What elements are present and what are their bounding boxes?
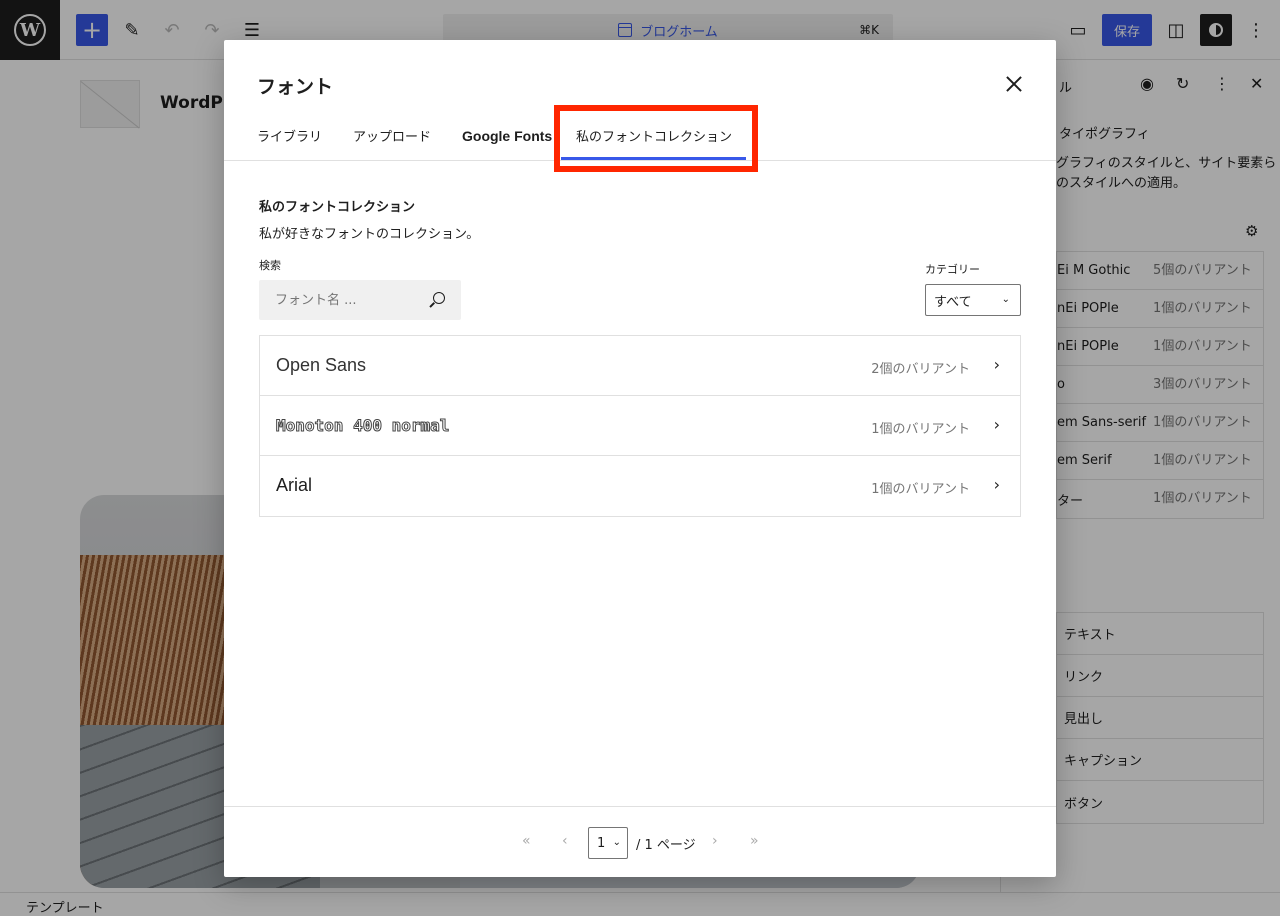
chevron-right-icon: › (993, 415, 1000, 434)
category-value: すべて (934, 294, 972, 310)
page-total: / 1 ページ (636, 838, 696, 853)
next-page-button[interactable]: › (712, 833, 718, 849)
close-modal-button[interactable] (1000, 70, 1028, 98)
chevron-right-icon: › (993, 355, 1000, 374)
collection-description: 私が好きなフォントのコレクション。 (259, 227, 480, 242)
font-row-monoton[interactable]: Monoton 400 normal 1個のバリアント › (260, 396, 1020, 456)
chevron-right-icon: › (993, 475, 1000, 494)
font-row-open-sans[interactable]: Open Sans 2個のバリアント › (260, 336, 1020, 396)
prev-page-button[interactable]: ‹ (562, 833, 568, 849)
chevron-down-icon: ⌄ (612, 837, 621, 848)
tab-library[interactable]: ライブラリ (257, 126, 322, 145)
pagination: « ‹ 1 ⌄ / 1 ページ › » (224, 806, 1056, 877)
fonts-modal: フォント ライブラリ アップロード Google Fonts 私のフォントコレク… (224, 40, 1056, 877)
highlight-annotation-box (554, 105, 758, 172)
font-name: Arial (276, 475, 313, 495)
category-label: カテゴリー (925, 263, 980, 276)
chevron-down-icon: ⌄ (1001, 294, 1010, 305)
font-name: Open Sans (276, 355, 367, 375)
search-icon (433, 292, 445, 304)
font-name: Monoton 400 normal (275, 416, 450, 436)
category-select[interactable]: すべて ⌄ (925, 284, 1021, 316)
collection-title: 私のフォントコレクション (259, 200, 416, 215)
search-label: 検索 (259, 259, 281, 272)
page-select[interactable]: 1 ⌄ (588, 827, 628, 859)
font-list: Open Sans 2個のバリアント › Monoton 400 normal … (259, 335, 1021, 517)
font-variant-count: 1個のバリアント (871, 482, 970, 497)
tab-upload[interactable]: アップロード (353, 126, 431, 145)
font-variant-count: 2個のバリアント (871, 362, 970, 377)
font-variant-count: 1個のバリアント (871, 422, 970, 437)
first-page-button[interactable]: « (522, 833, 531, 849)
modal-title: フォント (257, 76, 334, 98)
search-input[interactable] (259, 280, 461, 320)
last-page-button[interactable]: » (750, 833, 759, 849)
current-page: 1 (597, 835, 606, 851)
tab-google-fonts[interactable]: Google Fonts (462, 128, 552, 144)
font-row-arial[interactable]: Arial 1個のバリアント › (260, 456, 1020, 516)
